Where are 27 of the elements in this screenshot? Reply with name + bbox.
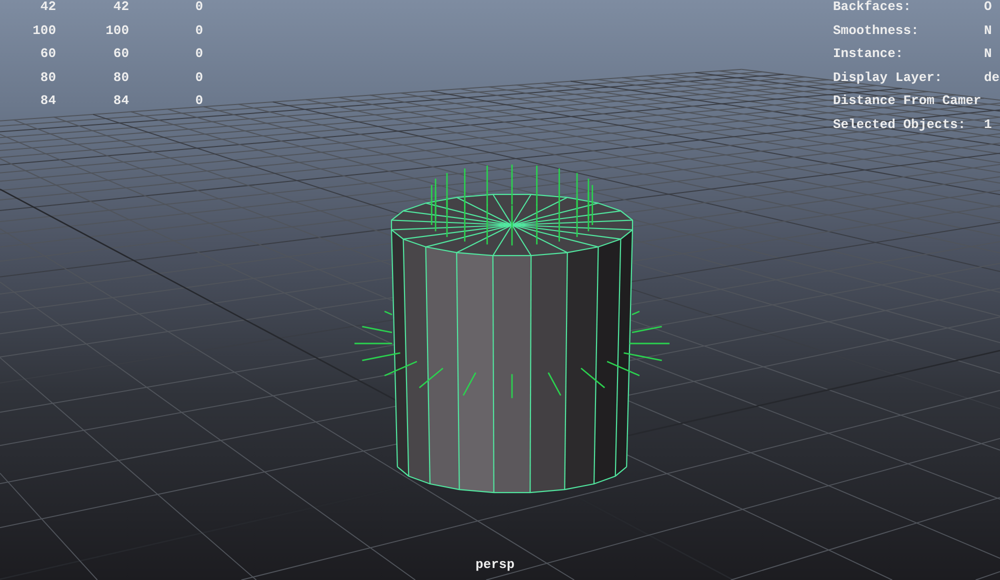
hud-label: Smoothness: <box>833 24 920 38</box>
hud-value: 84 <box>113 94 129 108</box>
hud-value: 100 <box>106 24 129 38</box>
camera-label: persp <box>475 558 514 572</box>
hud-label: Selected Objects: <box>833 118 967 132</box>
hud-value: 100 <box>32 24 56 38</box>
hud-value: 42 <box>40 0 56 14</box>
hud-value: 0 <box>195 24 203 38</box>
hud-value: 60 <box>40 47 56 62</box>
hud-value: N <box>984 47 992 62</box>
hud-label: Display Layer: <box>833 70 944 85</box>
hud-value: 0 <box>195 0 203 14</box>
hud-value: 0 <box>195 70 203 85</box>
hud-value: 80 <box>113 70 129 85</box>
hud-label: Instance: <box>833 47 904 62</box>
hud-value: O <box>984 0 992 14</box>
hud-value: 0 <box>195 47 203 62</box>
hud-label: Backfaces: <box>833 0 912 14</box>
hud-value: 84 <box>40 94 56 108</box>
hud-value: 80 <box>40 70 56 85</box>
hud-value: 0 <box>195 94 203 108</box>
hud-label: Distance From Camer <box>833 94 982 108</box>
hud-value: de <box>984 70 1000 85</box>
hud-value: 42 <box>113 0 129 14</box>
hud-value: N <box>984 24 992 38</box>
hud-value: 1 <box>984 118 992 132</box>
hud-value: 60 <box>113 47 129 62</box>
